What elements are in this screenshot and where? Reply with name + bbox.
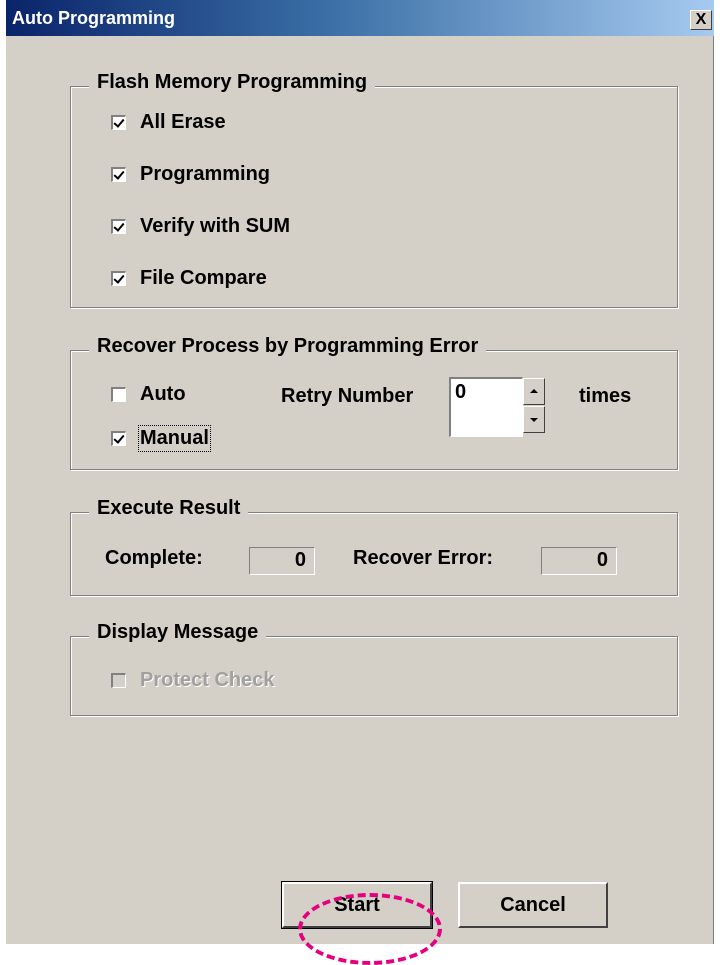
close-button[interactable]: X <box>690 10 712 30</box>
cancel-button-label: Cancel <box>500 894 566 916</box>
close-icon: X <box>695 11 707 28</box>
window-title: Auto Programming <box>12 8 176 28</box>
retry-number-value: 0 <box>455 381 467 403</box>
checkbox-protect-check-box <box>111 673 126 688</box>
checkbox-all-erase-label: All Erase <box>140 111 226 133</box>
checkbox-all-erase-box[interactable] <box>111 115 126 130</box>
checkbox-all-erase[interactable]: All Erase <box>111 111 226 134</box>
checkbox-auto[interactable]: Auto <box>111 383 186 406</box>
checkbox-file-compare[interactable]: File Compare <box>111 267 267 290</box>
flash-memory-group-title: Flash Memory Programming <box>89 71 376 94</box>
title-bar[interactable]: Auto Programming X <box>6 0 714 36</box>
execute-result-group: Execute Result Complete: 0 Recover Error… <box>70 497 678 596</box>
cancel-button[interactable]: Cancel <box>458 882 608 928</box>
recover-process-group: Recover Process by Programming Error Aut… <box>70 335 678 470</box>
start-button-label: Start <box>334 894 380 916</box>
checkbox-manual[interactable]: Manual <box>111 425 211 452</box>
checkbox-programming[interactable]: Programming <box>111 163 270 186</box>
recover-process-group-title: Recover Process by Programming Error <box>89 335 487 358</box>
retry-spin-up-button[interactable] <box>523 378 545 405</box>
display-message-group: Display Message Protect Check <box>70 621 678 716</box>
checkbox-verify-sum[interactable]: Verify with SUM <box>111 215 290 238</box>
checkbox-auto-box[interactable] <box>111 387 126 402</box>
checkbox-file-compare-label: File Compare <box>140 267 267 289</box>
checkbox-verify-sum-box[interactable] <box>111 219 126 234</box>
complete-label: Complete: <box>105 547 203 569</box>
checkbox-verify-sum-label: Verify with SUM <box>140 215 291 237</box>
checkbox-protect-check: Protect Check <box>111 669 275 692</box>
checkbox-protect-check-label: Protect Check <box>140 669 275 691</box>
recover-error-count: 0 <box>541 547 617 575</box>
execute-result-group-title: Execute Result <box>89 497 249 520</box>
recover-error-label: Recover Error: <box>353 547 494 569</box>
display-message-group-title: Display Message <box>89 621 267 644</box>
complete-count: 0 <box>249 547 315 575</box>
complete-count-value: 0 <box>294 549 306 571</box>
retry-number-input[interactable]: 0 <box>449 377 523 437</box>
retry-number-label: Retry Number <box>281 385 414 407</box>
checkbox-manual-label: Manual <box>138 425 211 452</box>
checkbox-programming-box[interactable] <box>111 167 126 182</box>
retry-spin-down-button[interactable] <box>523 406 545 433</box>
checkbox-programming-label: Programming <box>140 163 271 185</box>
start-button[interactable]: Start <box>281 881 433 929</box>
auto-programming-dialog: Auto Programming X Flash Memory Programm… <box>6 0 714 944</box>
recover-error-count-value: 0 <box>596 549 608 571</box>
checkbox-manual-box[interactable] <box>111 431 126 446</box>
checkbox-auto-label: Auto <box>140 383 186 405</box>
flash-memory-group: Flash Memory Programming All Erase Progr… <box>70 71 678 308</box>
times-label: times <box>579 385 632 407</box>
checkbox-file-compare-box[interactable] <box>111 271 126 286</box>
